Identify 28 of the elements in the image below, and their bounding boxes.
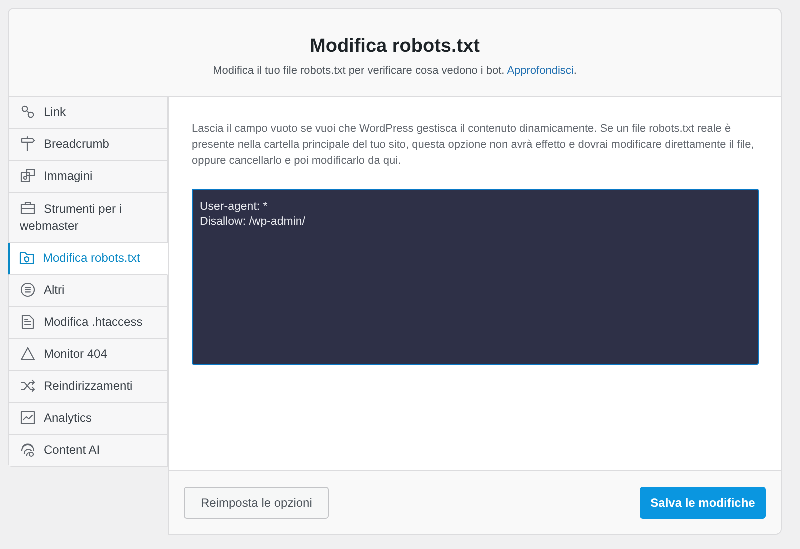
learn-more-link[interactable]: Approfondisci [507, 65, 574, 77]
sidebar-item[interactable]: Analytics [9, 403, 168, 435]
sidebar-item[interactable]: Reindirizzamenti [9, 371, 168, 403]
page-subtitle: Modifica il tuo file robots.txt per verificare cosa vedono i bot. Approfondisci. [212, 65, 578, 77]
sidebar-item[interactable]: Link [9, 97, 168, 129]
sidebar-item[interactable]: Modifica .htaccess [9, 307, 168, 339]
signpost-icon [20, 136, 36, 152]
sidebar-item[interactable]: Monitor 404 [9, 339, 168, 371]
page-title: Modifica robots.txt [309, 36, 481, 58]
sidebar-item[interactable]: Immagini [9, 161, 168, 193]
link-icon [20, 104, 36, 120]
document-icon [20, 314, 36, 330]
shuffle-icon [20, 378, 36, 394]
warning-icon [20, 346, 36, 362]
sidebar-item[interactable]: Altri [9, 275, 168, 307]
sidebar-item[interactable]: Strumenti per i webmaster [9, 193, 168, 243]
sidebar-item[interactable]: Breadcrumb [9, 129, 168, 161]
toolbox-icon [20, 200, 36, 216]
sidebar-item[interactable]: Modifica robots.txt [8, 243, 168, 275]
robots-editor-field[interactable]: User-agent: * Disallow: /wp-admin/ [192, 189, 759, 365]
fingerprint-icon [20, 442, 36, 458]
images-icon [20, 168, 36, 184]
sidebar-item[interactable]: Content AI [9, 435, 168, 466]
chart-icon [20, 410, 36, 426]
reset-button[interactable]: Reimposta le opzioni [184, 486, 330, 518]
description-text: Lascia il campo vuoto se vuoi che WordPress gestisca il contenuto dinamicamente. Se un file robots.txt reale è presente nella cartella principale del tuo sito, questa opzione non avrà effetto e dovrai modificare direttamente il file, oppure cancellarlo e poi modificarlo da qui. [192, 122, 756, 169]
folder-shield-icon [19, 250, 35, 266]
list-circle-icon [20, 282, 36, 298]
